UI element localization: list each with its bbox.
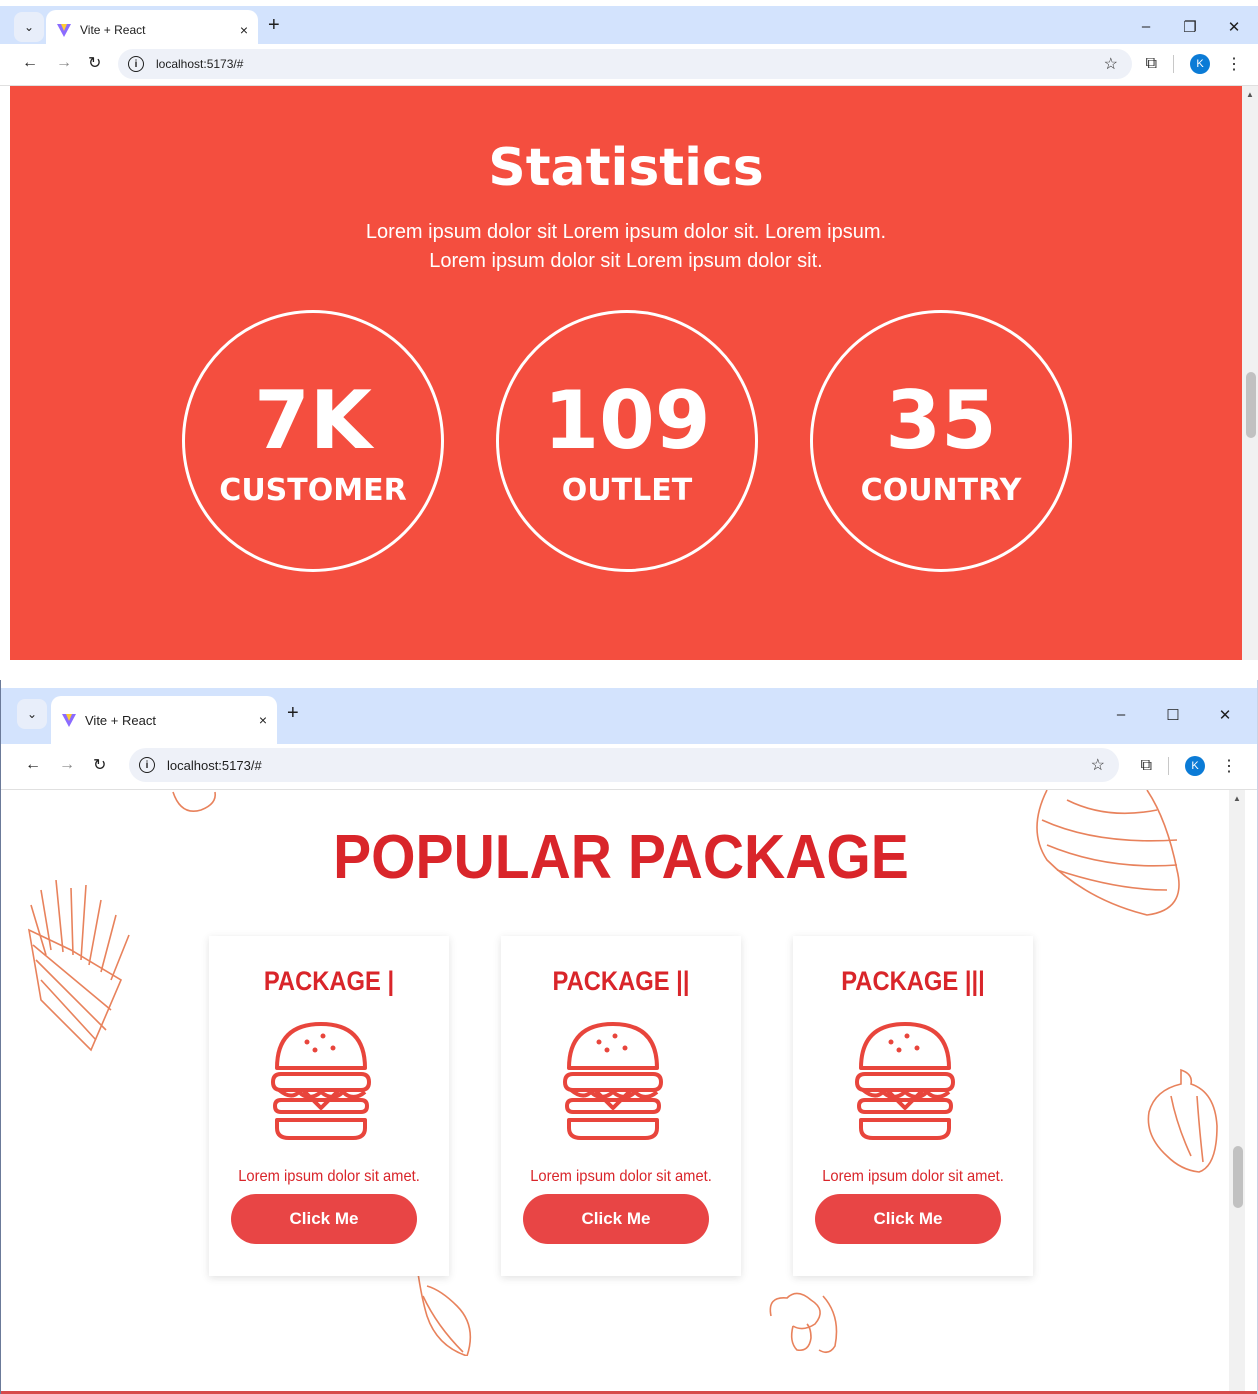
mushroom-doodle-icon <box>769 1292 838 1354</box>
package-title: PACKAGE ||| <box>841 966 985 996</box>
url-text: localhost:5173/# <box>156 57 244 71</box>
package-description: Lorem ipsum dolor sit amet. <box>530 1168 712 1185</box>
stat-circle-outlet: 109 OUTLET <box>496 310 758 572</box>
restore-button[interactable]: ❐ <box>1180 18 1200 36</box>
scrollbar-thumb[interactable] <box>1233 1146 1243 1208</box>
extensions-icon[interactable]: ⧉ <box>1141 757 1152 775</box>
toolbar-divider <box>1168 757 1169 775</box>
window-controls: – ☐ ✕ <box>1111 706 1235 724</box>
package-card: PACKAGE ||| Lorem ipsum dolor sit amet. … <box>793 936 1033 1276</box>
burger-icon <box>855 1022 955 1140</box>
stat-circle-country: 35 COUNTRY <box>810 310 1072 572</box>
maximize-button[interactable]: ☐ <box>1163 706 1183 724</box>
stat-label: COUNTRY <box>860 473 1022 508</box>
star-icon[interactable]: ☆ <box>1104 54 1118 74</box>
popular-package-title: POPULAR PACKAGE <box>333 823 909 892</box>
statistics-section: Statistics Lorem ipsum dolor sit Lorem i… <box>10 86 1242 660</box>
extensions-icon[interactable]: ⧉ <box>1146 55 1157 73</box>
info-icon[interactable]: i <box>128 56 144 72</box>
stat-label: CUSTOMER <box>219 473 407 508</box>
info-icon[interactable]: i <box>139 757 155 773</box>
leaf-doodle-icon <box>416 1266 472 1356</box>
minimize-button[interactable]: – <box>1111 706 1131 724</box>
package-title: PACKAGE | <box>263 966 395 996</box>
avatar[interactable]: K <box>1190 54 1210 74</box>
close-window-button[interactable]: ✕ <box>1224 18 1244 36</box>
back-icon[interactable]: ← <box>22 54 38 72</box>
address-bar[interactable]: i localhost:5173/# ☆ <box>129 748 1119 782</box>
toolbar-divider <box>1173 55 1174 73</box>
click-me-button[interactable]: Click Me <box>523 1194 709 1244</box>
tab-search-button[interactable]: ⌄ <box>17 699 47 729</box>
browser-window-bottom: ⌄ Vite + React × + – ☐ ✕ ← → ↻ i localho… <box>0 680 1258 1394</box>
package-description: Lorem ipsum dolor sit amet. <box>822 1168 1004 1185</box>
statistics-description: Lorem ipsum dolor sit Lorem ipsum dolor … <box>10 218 1242 276</box>
stat-value: 35 <box>885 374 997 467</box>
food-doodle-icon <box>172 791 217 812</box>
window-controls: – ❐ ✕ <box>1136 18 1244 36</box>
reload-icon[interactable]: ↻ <box>88 53 101 73</box>
statistics-description-line: Lorem ipsum dolor sit Lorem ipsum dolor … <box>429 250 823 272</box>
scroll-up-icon[interactable]: ▲ <box>1246 90 1254 99</box>
burger-icon <box>271 1022 371 1140</box>
chevron-down-icon: ⌄ <box>23 20 35 34</box>
browser-window-top: ⌄ Vite + React × + – ❐ ✕ ← → ↻ i localho… <box>0 0 1258 660</box>
back-icon[interactable]: ← <box>25 756 41 774</box>
star-icon[interactable]: ☆ <box>1091 755 1105 775</box>
package-description: Lorem ipsum dolor sit amet. <box>238 1168 420 1185</box>
tab-title: Vite + React <box>85 712 156 728</box>
click-me-button[interactable]: Click Me <box>815 1194 1001 1244</box>
statistics-description-line: Lorem ipsum dolor sit Lorem ipsum dolor … <box>365 221 887 243</box>
burger-icon <box>563 1022 663 1140</box>
reload-icon[interactable]: ↻ <box>93 755 106 775</box>
stat-value: 109 <box>543 374 711 467</box>
chevron-down-icon: ⌄ <box>26 707 38 721</box>
new-tab-button[interactable]: + <box>268 14 280 37</box>
fries-doodle-icon <box>27 880 130 1052</box>
close-tab-icon[interactable]: × <box>230 22 258 38</box>
statistics-title: Statistics <box>488 138 764 198</box>
new-tab-button[interactable]: + <box>287 702 299 725</box>
address-bar[interactable]: i localhost:5173/# ☆ <box>118 49 1132 79</box>
vite-logo-icon <box>62 714 76 727</box>
menu-icon[interactable]: ⋮ <box>1226 54 1242 74</box>
stat-label: OUTLET <box>561 473 693 508</box>
close-tab-icon[interactable]: × <box>249 712 277 728</box>
package-title: PACKAGE || <box>552 966 690 996</box>
browser-toolbar: ← → ↻ i localhost:5173/# ☆ ⧉ K ⋮ <box>0 44 1258 86</box>
package-card: PACKAGE | Lorem ipsum dolor sit amet. Cl… <box>209 936 449 1276</box>
scroll-up-icon[interactable]: ▲ <box>1233 794 1241 803</box>
page-scrollbar[interactable]: ▲ <box>1242 86 1258 660</box>
browser-tab[interactable]: Vite + React × <box>51 696 277 744</box>
forward-icon[interactable]: → <box>56 54 72 72</box>
menu-icon[interactable]: ⋮ <box>1221 756 1237 776</box>
tab-search-button[interactable]: ⌄ <box>14 12 44 42</box>
stat-value: 7K <box>254 374 372 467</box>
toolbar-right: ⧉ K ⋮ <box>1146 54 1242 74</box>
stat-circle-customer: 7K CUSTOMER <box>182 310 444 572</box>
page-scrollbar[interactable]: ▲ <box>1229 790 1245 1392</box>
forward-icon[interactable]: → <box>59 756 75 774</box>
tab-bar: ⌄ Vite + React × + – ☐ ✕ <box>1 688 1257 744</box>
pepper-doodle-icon <box>1147 1068 1218 1173</box>
scrollbar-thumb[interactable] <box>1246 372 1256 438</box>
tab-title: Vite + React <box>80 23 146 37</box>
minimize-button[interactable]: – <box>1136 18 1156 36</box>
avatar[interactable]: K <box>1185 756 1205 776</box>
click-me-button[interactable]: Click Me <box>231 1194 417 1244</box>
toolbar-right: ⧉ K ⋮ <box>1141 756 1237 776</box>
browser-toolbar: ← → ↻ i localhost:5173/# ☆ ⧉ K ⋮ <box>1 744 1257 790</box>
package-card: PACKAGE || Lorem ipsum dolor sit amet. C… <box>501 936 741 1276</box>
popular-package-section: POPULAR PACKAGE PACKAGE | Lorem ipsum do… <box>11 790 1231 1390</box>
close-window-button[interactable]: ✕ <box>1215 706 1235 724</box>
url-text: localhost:5173/# <box>167 757 262 773</box>
vite-logo-icon <box>57 24 71 37</box>
